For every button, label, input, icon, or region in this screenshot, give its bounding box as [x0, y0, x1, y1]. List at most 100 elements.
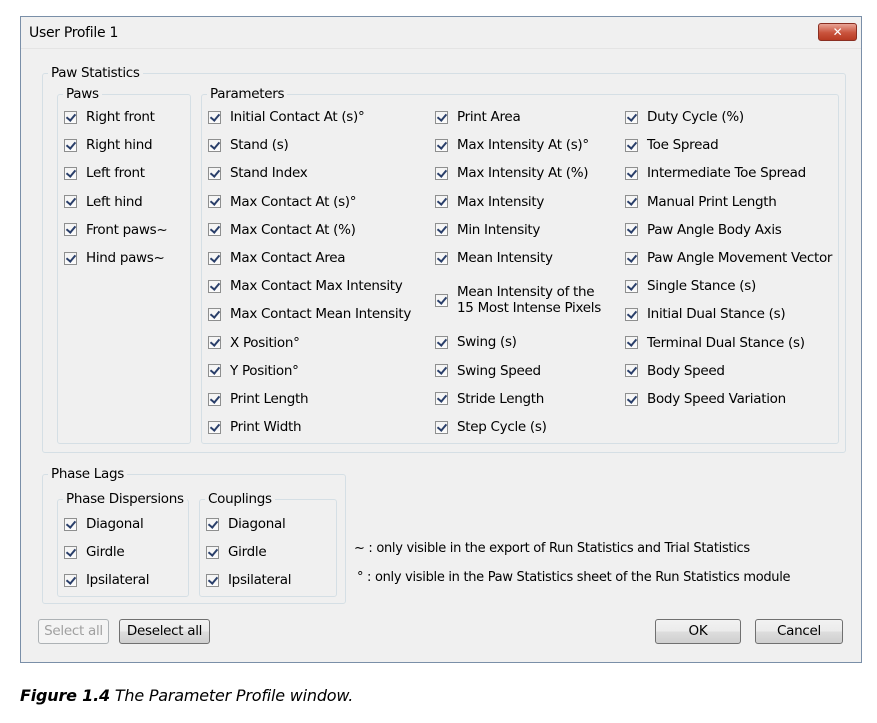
checkbox-checked-icon[interactable]	[435, 335, 448, 349]
parameter-checkbox-row[interactable]: Body Speed Variation	[625, 391, 786, 407]
checkbox-checked-icon[interactable]	[208, 195, 221, 209]
checkbox-checked-icon[interactable]	[64, 573, 77, 587]
checkbox-checked-icon[interactable]	[435, 138, 448, 152]
checkbox-checked-icon[interactable]	[64, 166, 77, 180]
parameter-checkbox-row[interactable]: Duty Cycle (%)	[625, 109, 744, 125]
coupling-checkbox-row[interactable]: Diagonal	[206, 516, 286, 532]
phase-dispersion-checkbox-row[interactable]: Girdle	[64, 544, 125, 560]
parameter-checkbox-row[interactable]: Min Intensity	[435, 222, 540, 238]
checkbox-checked-icon[interactable]	[206, 545, 219, 559]
parameter-checkbox-row[interactable]: Max Contact Max Intensity	[208, 278, 403, 294]
checkbox-checked-icon[interactable]	[64, 138, 77, 152]
parameter-checkbox-row[interactable]: Max Intensity	[435, 194, 544, 210]
parameter-checkbox-row[interactable]: Manual Print Length	[625, 194, 777, 210]
parameter-checkbox-row[interactable]: Initial Contact At (s)°	[208, 109, 365, 125]
checkbox-checked-icon[interactable]	[208, 166, 221, 180]
checkbox-checked-icon[interactable]	[208, 251, 221, 265]
checkbox-checked-icon[interactable]	[208, 336, 221, 350]
paw-checkbox-row[interactable]: Left hind	[64, 194, 143, 210]
parameter-checkbox-row[interactable]: Mean Intensity of the 15 Most Intense Pi…	[435, 284, 607, 316]
parameter-checkbox-row[interactable]: Single Stance (s)	[625, 278, 756, 294]
checkbox-checked-icon[interactable]	[625, 223, 638, 237]
checkbox-checked-icon[interactable]	[625, 364, 638, 378]
phase-dispersion-checkbox-row[interactable]: Ipsilateral	[64, 572, 150, 588]
coupling-checkbox-row[interactable]: Girdle	[206, 544, 267, 560]
paw-checkbox-row[interactable]: Right front	[64, 109, 155, 125]
checkbox-checked-icon[interactable]	[64, 517, 77, 531]
checkbox-checked-icon[interactable]	[64, 251, 77, 265]
checkbox-checked-icon[interactable]	[435, 223, 448, 237]
parameter-checkbox-row[interactable]: Stride Length	[435, 391, 544, 407]
checkbox-checked-icon[interactable]	[435, 420, 448, 434]
checkbox-checked-icon[interactable]	[625, 336, 638, 350]
parameter-checkbox-row[interactable]: Stand Index	[208, 165, 308, 181]
select-all-button[interactable]: Select all	[38, 619, 109, 644]
parameter-checkbox-row[interactable]: X Position°	[208, 335, 300, 351]
phase-dispersion-checkbox-row[interactable]: Diagonal	[64, 516, 144, 532]
parameter-checkbox-row[interactable]: Print Area	[435, 109, 521, 125]
parameter-checkbox-row[interactable]: Toe Spread	[625, 137, 719, 153]
paw-checkbox-row[interactable]: Right hind	[64, 137, 153, 153]
parameter-checkbox-row[interactable]: Terminal Dual Stance (s)	[625, 335, 805, 351]
close-button[interactable]: ✕	[818, 23, 857, 41]
checkbox-checked-icon[interactable]	[206, 573, 219, 587]
deselect-all-button[interactable]: Deselect all	[119, 619, 210, 644]
checkbox-checked-icon[interactable]	[625, 307, 638, 321]
parameter-checkbox-row[interactable]: Paw Angle Body Axis	[625, 222, 782, 238]
checkbox-checked-icon[interactable]	[625, 195, 638, 209]
parameter-checkbox-row[interactable]: Mean Intensity	[435, 250, 553, 266]
checkbox-checked-icon[interactable]	[206, 517, 219, 531]
checkbox-checked-icon[interactable]	[208, 420, 221, 434]
checkbox-checked-icon[interactable]	[208, 279, 221, 293]
checkbox-checked-icon[interactable]	[435, 392, 448, 406]
parameter-checkbox-row[interactable]: Max Contact At (%)	[208, 222, 356, 238]
checkbox-checked-icon[interactable]	[435, 110, 448, 124]
checkbox-checked-icon[interactable]	[435, 251, 448, 265]
checkbox-checked-icon[interactable]	[64, 545, 77, 559]
checkbox-checked-icon[interactable]	[625, 251, 638, 265]
paw-checkbox-row[interactable]: Front paws~	[64, 222, 168, 238]
parameter-checkbox-row[interactable]: Max Contact Area	[208, 250, 346, 266]
parameter-checkbox-row[interactable]: Max Contact At (s)°	[208, 194, 357, 210]
ok-button[interactable]: OK	[655, 619, 741, 644]
checkbox-checked-icon[interactable]	[64, 223, 77, 237]
checkbox-checked-icon[interactable]	[64, 110, 77, 124]
parameter-checkbox-row[interactable]: Paw Angle Movement Vector	[625, 250, 832, 266]
checkbox-checked-icon[interactable]	[208, 392, 221, 406]
checkbox-checked-icon[interactable]	[625, 110, 638, 124]
parameter-checkbox-row[interactable]: Max Contact Mean Intensity	[208, 306, 411, 322]
checkbox-checked-icon[interactable]	[208, 110, 221, 124]
checkbox-checked-icon[interactable]	[64, 195, 77, 209]
checkbox-checked-icon[interactable]	[435, 195, 448, 209]
checkbox-checked-icon[interactable]	[435, 166, 448, 180]
checkbox-checked-icon[interactable]	[208, 307, 221, 321]
checkbox-checked-icon[interactable]	[625, 392, 638, 406]
checkbox-checked-icon[interactable]	[208, 364, 221, 378]
parameter-checkbox-row[interactable]: Stand (s)	[208, 137, 289, 153]
parameter-checkbox-row[interactable]: Print Length	[208, 391, 309, 407]
paw-checkbox-row[interactable]: Hind paws~	[64, 250, 165, 266]
checkbox-checked-icon[interactable]	[625, 166, 638, 180]
parameter-checkbox-row[interactable]: Swing Speed	[435, 363, 541, 379]
parameter-checkbox-row[interactable]: Swing (s)	[435, 334, 517, 350]
parameter-checkbox-row[interactable]: Max Intensity At (%)	[435, 165, 589, 181]
parameter-checkbox-row[interactable]: Print Width	[208, 419, 302, 435]
parameter-checkbox-row[interactable]: Intermediate Toe Spread	[625, 165, 806, 181]
checkbox-checked-icon[interactable]	[435, 364, 448, 378]
paw-checkbox-row[interactable]: Left front	[64, 165, 145, 181]
checkbox-checked-icon[interactable]	[625, 279, 638, 293]
parameter-checkbox-row[interactable]: Max Intensity At (s)°	[435, 137, 589, 153]
parameter-checkbox-row[interactable]: Y Position°	[208, 363, 299, 379]
cancel-button[interactable]: Cancel	[755, 619, 843, 644]
checkbox-checked-icon[interactable]	[625, 138, 638, 152]
user-profile-window: User Profile 1 ✕ Paw Statistics Paws Rig…	[20, 16, 862, 663]
checkbox-checked-icon[interactable]	[435, 293, 448, 307]
parameter-checkbox-row[interactable]: Body Speed	[625, 363, 725, 379]
parameter-checkbox-row[interactable]: Step Cycle (s)	[435, 419, 547, 435]
degree-note: ° : only visible in the Paw Statistics s…	[357, 570, 791, 585]
parameter-checkbox-row[interactable]: Initial Dual Stance (s)	[625, 306, 786, 322]
checkbox-checked-icon[interactable]	[208, 223, 221, 237]
checkbox-checked-icon[interactable]	[208, 138, 221, 152]
coupling-checkbox-row[interactable]: Ipsilateral	[206, 572, 292, 588]
parameter-checkbox-label: Initial Contact At (s)°	[230, 109, 365, 125]
